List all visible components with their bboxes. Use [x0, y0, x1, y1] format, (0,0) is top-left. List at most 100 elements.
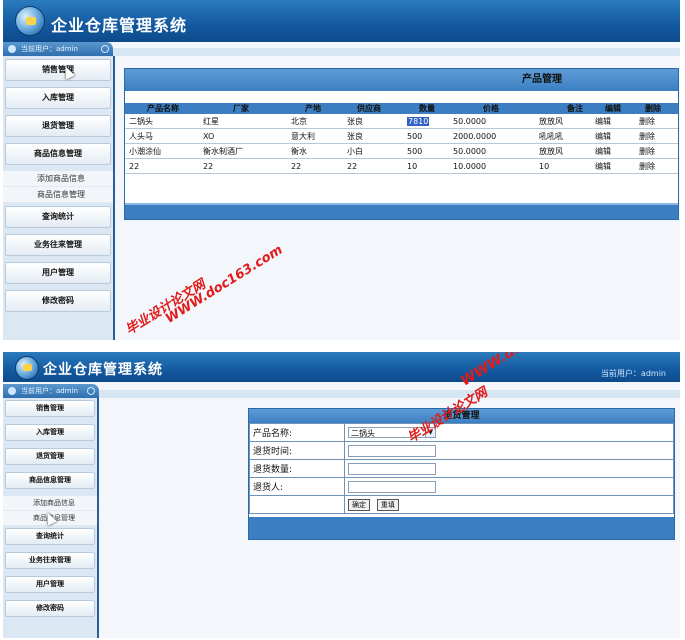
sidebar-item-sales[interactable]: 销售管理	[5, 59, 111, 81]
cell-quantity: 7810	[407, 114, 453, 129]
app-logo-icon	[15, 6, 45, 36]
cell-price: 50.0000	[453, 143, 539, 159]
sidebar-item-product-info[interactable]: 商品信息管理	[5, 143, 111, 165]
cell-supplier: 张良	[347, 128, 407, 144]
cell-supplier: 张良	[347, 114, 407, 129]
sidebar-item-query-stats[interactable]: 查询统计	[5, 528, 95, 545]
return-time-input[interactable]	[348, 444, 436, 457]
cell-note: 放放风	[539, 114, 595, 129]
sidebar-item-users[interactable]: 用户管理	[5, 262, 111, 284]
cell-price: 50.0000	[453, 114, 539, 129]
table-row: 人头马 XO 意大利 张良 500 2000.0000 吼吼吼 编辑 删除	[125, 128, 678, 144]
product-name-cell: 二锅头 ▼	[344, 423, 674, 442]
column-header: 备注	[539, 103, 595, 114]
product-name-label: 产品名称:	[249, 423, 345, 442]
edit-link[interactable]: 编辑	[595, 128, 639, 144]
cell-origin: 衡水	[291, 143, 347, 159]
cell-supplier: 22	[347, 158, 407, 174]
sidebar-sub-product-manage[interactable]: 商品信息管理	[3, 187, 113, 203]
watermark-cn: 毕业设计论文网	[123, 277, 209, 339]
form-row: 退货数量:	[249, 459, 674, 478]
table-row: 小潮涂仙 衡水制酒厂 衡水 小白 500 50.0000 放放风 编辑 删除	[125, 143, 678, 159]
sidebar-sub-add-product[interactable]: 添加商品信息	[3, 496, 97, 511]
current-user-label: 当前用户：admin	[21, 387, 78, 395]
app-header: 企业仓库管理系统 当前用户：admin	[3, 352, 680, 382]
product-table: 产品名称 厂家 产地 供应商 数量 价格 备注 编辑 删除 二锅头 红星 北京 …	[125, 103, 678, 174]
returner-input[interactable]	[348, 480, 436, 493]
column-header: 供应商	[347, 103, 407, 114]
edit-link[interactable]: 编辑	[595, 114, 639, 129]
edit-link[interactable]: 编辑	[595, 158, 639, 174]
screenshot-product-management: 企业仓库管理系统 当前用户：admin 销售管理 入库管理 退货管理 商品信息管…	[3, 0, 680, 340]
product-select[interactable]: 二锅头 ▼	[348, 427, 436, 438]
delete-link[interactable]: 删除	[639, 128, 678, 144]
table-row: 二锅头 红星 北京 张良 7810 50.0000 放放风 编辑 删除	[125, 114, 678, 129]
sidebar-item-returns[interactable]: 退货管理	[5, 448, 95, 465]
return-panel: 退货管理 产品名称: 二锅头 ▼ 退货时间: 退货数量: 退货人: 确定 重填	[248, 408, 675, 540]
top-strip	[113, 48, 680, 56]
cell-origin: 意大利	[291, 128, 347, 144]
cell-name: 二锅头	[125, 114, 203, 129]
return-quantity-input[interactable]	[348, 462, 436, 475]
confirm-button[interactable]: 确定	[348, 498, 370, 511]
delete-link[interactable]: 删除	[639, 143, 678, 159]
bar-cap-icon	[101, 45, 109, 53]
cell-supplier: 小白	[347, 143, 407, 159]
app-title: 企业仓库管理系统	[43, 362, 163, 378]
column-header: 数量	[407, 103, 453, 114]
chevron-down-icon[interactable]: ▼	[425, 428, 435, 437]
cell-origin: 22	[291, 158, 347, 174]
screenshot-return-management: 企业仓库管理系统 当前用户：admin 当前用户：admin 销售管理 入库管理…	[3, 352, 680, 638]
top-strip	[99, 390, 680, 398]
user-icon	[8, 45, 16, 53]
column-header: 产地	[291, 103, 347, 114]
sidebar-item-users[interactable]: 用户管理	[5, 576, 95, 593]
app-header: 企业仓库管理系统	[3, 0, 680, 42]
column-header: 编辑	[595, 103, 639, 114]
sidebar-sub-add-product[interactable]: 添加商品信息	[3, 171, 113, 187]
table-header-row: 产品名称 厂家 产地 供应商 数量 价格 备注 编辑 删除	[125, 103, 678, 114]
cell-name: 人头马	[125, 128, 203, 144]
sidebar-item-query-stats[interactable]: 查询统计	[5, 206, 111, 228]
return-panel-title: 退货管理	[249, 409, 674, 423]
sidebar-item-change-password[interactable]: 修改密码	[5, 290, 111, 312]
product-panel-footer	[125, 203, 678, 219]
sidebar-item-inbound[interactable]: 入库管理	[5, 87, 111, 109]
cell-name: 小潮涂仙	[125, 143, 203, 159]
cell-maker: XO	[203, 128, 291, 144]
cell-note: 10	[539, 158, 595, 174]
return-time-label: 退货时间:	[249, 441, 345, 460]
current-user-bar: 当前用户：admin	[3, 42, 113, 56]
current-user-bar: 当前用户：admin	[3, 384, 99, 398]
delete-link[interactable]: 删除	[639, 114, 678, 129]
sidebar-item-sales[interactable]: 销售管理	[5, 400, 95, 417]
column-header: 厂家	[203, 103, 291, 114]
app-title: 企业仓库管理系统	[51, 16, 188, 35]
current-user-label: 当前用户：admin	[21, 45, 78, 53]
return-time-cell	[344, 441, 674, 460]
cell-quantity: 10	[407, 158, 453, 174]
product-panel-title: 产品管理	[125, 69, 678, 91]
cell-quantity: 500	[407, 143, 453, 159]
sidebar-item-returns[interactable]: 退货管理	[5, 115, 111, 137]
edit-link[interactable]: 编辑	[595, 143, 639, 159]
cell-price: 10.0000	[453, 158, 539, 174]
sidebar-item-product-info[interactable]: 商品信息管理	[5, 472, 95, 489]
returner-label: 退货人:	[249, 477, 345, 496]
cell-note: 吼吼吼	[539, 128, 595, 144]
sidebar-item-change-password[interactable]: 修改密码	[5, 600, 95, 617]
form-row: 退货人:	[249, 477, 674, 496]
bar-cap-icon	[87, 387, 95, 395]
delete-link[interactable]: 删除	[639, 158, 678, 174]
sidebar-item-inbound[interactable]: 入库管理	[5, 424, 95, 441]
sidebar-item-business[interactable]: 业务往来管理	[5, 552, 95, 569]
sidebar-item-business[interactable]: 业务往来管理	[5, 234, 111, 256]
cell-note: 放放风	[539, 143, 595, 159]
column-header: 产品名称	[125, 103, 203, 114]
cell-maker: 衡水制酒厂	[203, 143, 291, 159]
cell-quantity: 500	[407, 128, 453, 144]
reset-button[interactable]: 重填	[376, 498, 399, 511]
return-quantity-label: 退货数量:	[249, 459, 345, 478]
returner-cell	[344, 477, 674, 496]
watermark-site: WWW.doc163.com	[163, 242, 286, 327]
